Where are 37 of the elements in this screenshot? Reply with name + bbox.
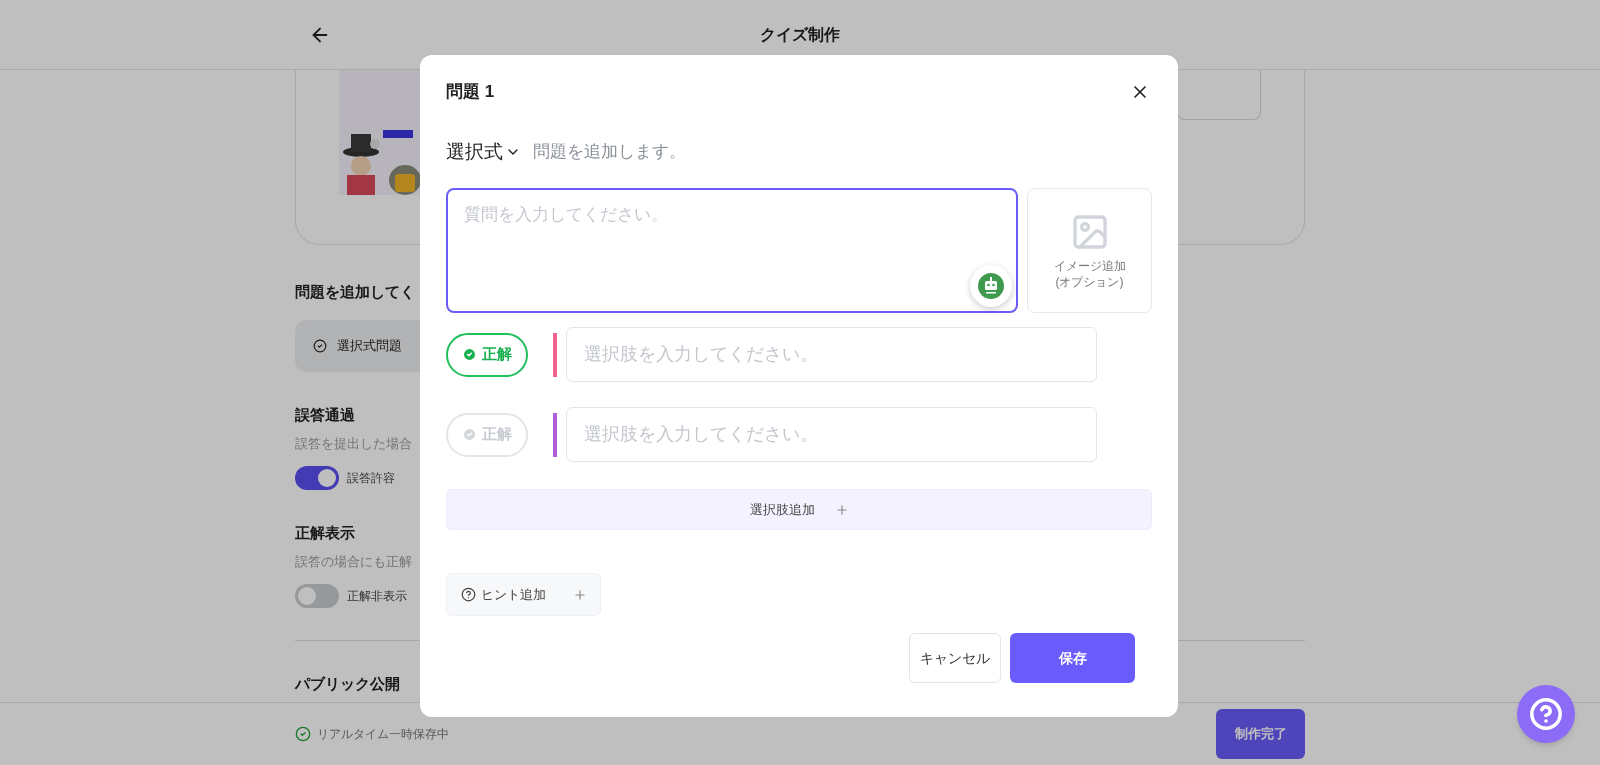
add-option-button[interactable]: 選択肢追加 (446, 489, 1152, 530)
setting-title: 正解表示 (295, 522, 355, 543)
page-title: クイズ制作 (760, 24, 840, 45)
help-button[interactable] (1517, 685, 1575, 743)
setting-description: 誤答を提出した場合 (295, 435, 412, 453)
image-add-button[interactable]: イメージ追加 (オプション) (1027, 188, 1152, 313)
type-hint: 問題を追加します。 (533, 141, 686, 164)
robot-icon (978, 273, 1004, 299)
plus-icon (834, 502, 849, 517)
save-status: リアルタイム一時保存中 (317, 726, 449, 743)
option-input[interactable]: 選択肢を入力してください。 (566, 327, 1097, 382)
toggle-label: 誤答許容 (347, 469, 395, 487)
check-circle-icon (313, 338, 327, 353)
add-hint-button[interactable]: ヒント追加 (446, 573, 601, 616)
check-circle-icon (462, 347, 477, 362)
toggle-label: 正解非表示 (347, 587, 407, 605)
section-title: パブリック公開 (295, 673, 400, 694)
assistant-button[interactable] (970, 265, 1012, 307)
check-circle-icon (462, 427, 477, 442)
cancel-button[interactable]: キャンセル (909, 633, 1001, 683)
check-circle-icon (295, 726, 311, 742)
finish-button[interactable]: 制作完了 (1216, 709, 1305, 759)
image-add-label: (オプション) (1055, 273, 1124, 290)
dialog-title: 問題 1 (446, 81, 495, 104)
option-input[interactable]: 選択肢を入力してください。 (566, 407, 1097, 462)
help-icon (1529, 697, 1563, 731)
save-button[interactable]: 保存 (1010, 633, 1135, 683)
section-title: 問題を追加してく (295, 282, 415, 302)
setting-description: 誤答の場合にも正解 (295, 553, 412, 571)
type-dropdown[interactable]: 選択式 (446, 137, 521, 167)
image-add-label: イメージ追加 (1053, 257, 1126, 274)
plus-icon (573, 587, 587, 602)
help-icon (461, 587, 476, 602)
toggle-switch[interactable] (295, 465, 339, 490)
setting-title: 誤答通過 (295, 404, 355, 425)
toggle-switch[interactable] (295, 583, 339, 608)
question-input[interactable]: 質問を入力してください。 (446, 188, 1018, 313)
